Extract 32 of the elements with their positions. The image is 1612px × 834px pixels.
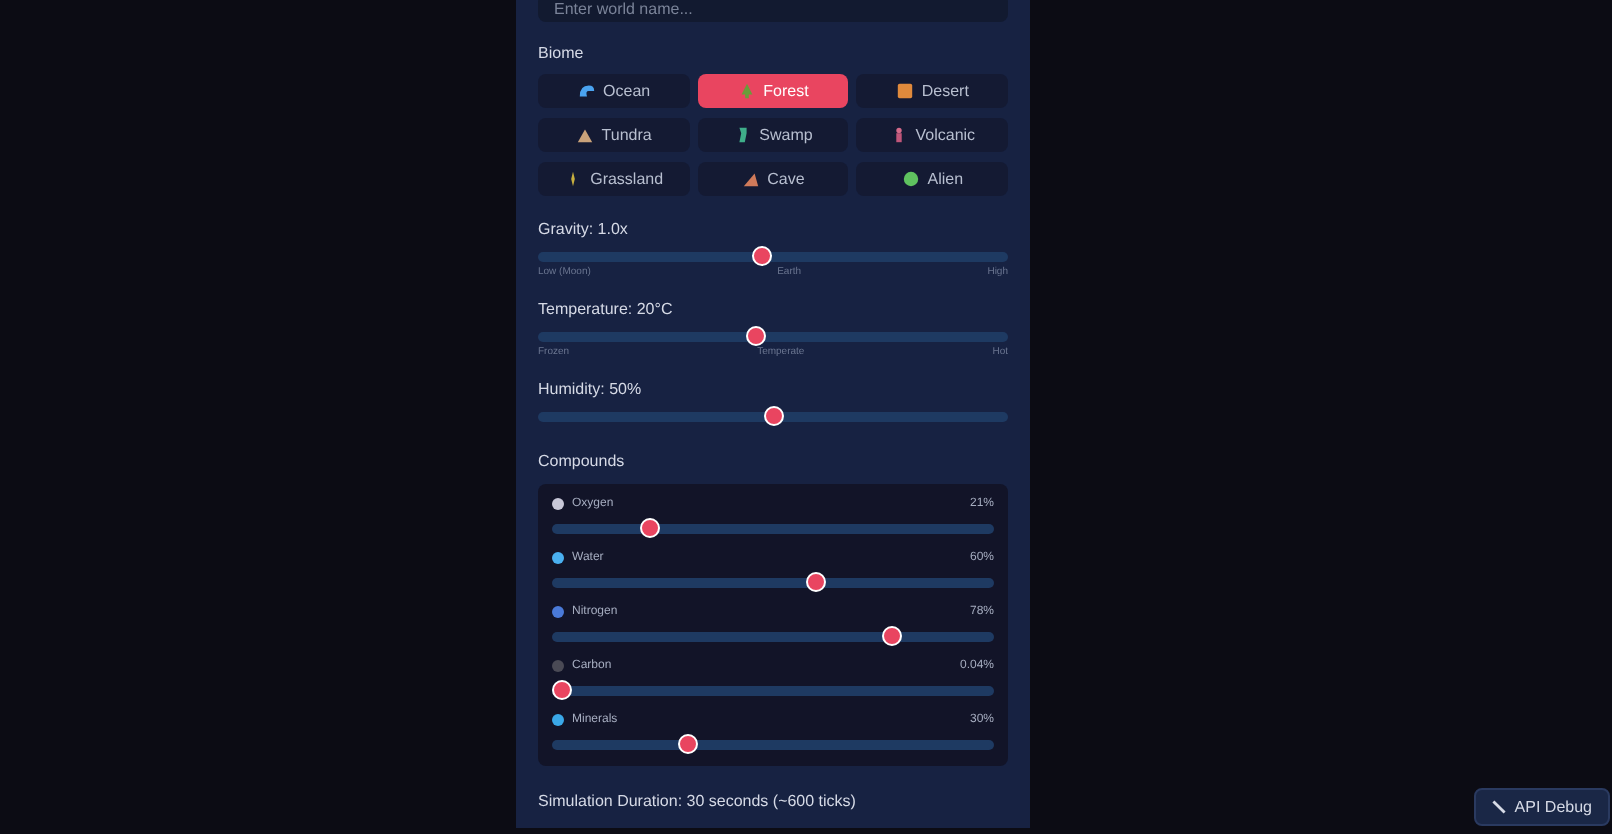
section-label: Compounds xyxy=(538,452,627,472)
biome-button[interactable]: Swamp xyxy=(697,118,849,152)
section-label: Biome xyxy=(538,44,586,64)
slider-label: Temperature: 20°C xyxy=(538,300,675,320)
slider-thumb[interactable] xyxy=(752,246,773,266)
tile-icon xyxy=(895,82,914,100)
alien-icon xyxy=(901,170,920,188)
biome-button[interactable]: Cave xyxy=(697,162,849,196)
biome-button[interactable]: Volcanic xyxy=(856,118,1008,152)
wrench-icon xyxy=(1492,800,1507,814)
mountain-icon xyxy=(575,126,594,144)
tree-icon xyxy=(737,82,756,100)
biome-button[interactable]: Ocean xyxy=(538,74,690,108)
slider-thumb[interactable] xyxy=(640,518,661,538)
slider-thumb[interactable] xyxy=(805,572,826,592)
slider-label: Gravity: 1.0x xyxy=(538,220,630,240)
duration-label: Simulation Duration: 30 seconds (~600 ticks) xyxy=(538,792,858,812)
slider-thumb[interactable] xyxy=(552,680,573,700)
slider-thumb[interactable] xyxy=(678,734,699,754)
slider-thumb[interactable] xyxy=(745,326,766,346)
slider-thumb[interactable] xyxy=(763,406,783,426)
slider-label: Humidity: 50% xyxy=(538,380,644,400)
api-debug-button[interactable]: API Debug xyxy=(1474,788,1610,826)
biome-button[interactable]: Tundra xyxy=(538,118,690,152)
wave-icon xyxy=(577,82,596,100)
rock-icon xyxy=(741,170,760,188)
biome-button[interactable]: Alien xyxy=(856,162,1008,196)
biome-button[interactable]: Forest xyxy=(697,74,849,108)
slider-thumb[interactable] xyxy=(881,626,902,646)
biome-button[interactable]: Grassland xyxy=(538,162,690,196)
biome-button[interactable]: Desert xyxy=(856,74,1008,108)
world-name-field[interactable]: Enter world name... xyxy=(538,0,1008,22)
